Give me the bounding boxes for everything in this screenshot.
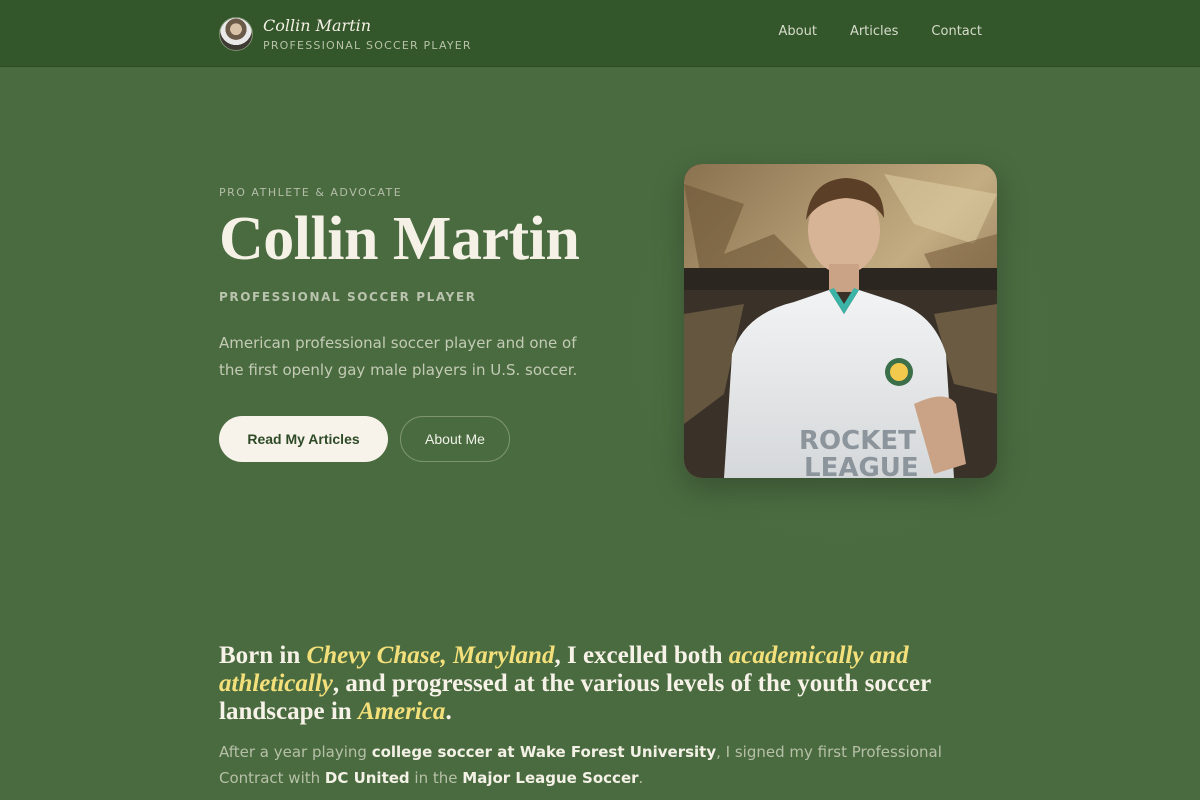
league-text: Major League Soccer [462,769,639,787]
bio-lead-text: . [445,698,452,725]
nav-about-link[interactable]: About [779,24,817,39]
highlight-place: Chevy Chase, Maryland [306,642,555,669]
bio-lead-text: , I excelled both [554,642,729,669]
about-me-button[interactable]: About Me [400,416,510,462]
nav-contact-link[interactable]: Contact [931,24,982,39]
club-text: DC United [324,769,410,787]
brand[interactable]: Collin Martin PROFESSIONAL SOCCER PLAYER [219,16,472,52]
brand-subtitle: PROFESSIONAL SOCCER PLAYER [263,39,472,52]
brand-text: Collin Martin PROFESSIONAL SOCCER PLAYER [263,16,472,52]
portrait-photo: ROCKET LEAGUE [684,164,997,478]
bio-body: After a year playing college soccer at W… [219,739,999,791]
site-header: Collin Martin PROFESSIONAL SOCCER PLAYER… [0,0,1200,67]
bio-lead: Born in Chevy Chase, Maryland, I excelle… [219,642,959,726]
hero-subtitle: PROFESSIONAL SOCCER PLAYER [219,290,477,304]
college-text: college soccer at Wake Forest University [371,743,717,761]
bio-body-text: After a year playing [219,743,372,761]
hero-eyebrow: PRO ATHLETE & ADVOCATE [219,186,403,199]
brand-name: Collin Martin [263,16,372,35]
bio-body-text: . [638,769,644,787]
avatar [219,17,253,51]
bio-lead-text: Born in [219,642,307,669]
read-articles-button[interactable]: Read My Articles [219,416,388,462]
nav-articles-link[interactable]: Articles [850,24,898,39]
hero-title: Collin Martin [219,205,580,273]
bio-body-text: in the [409,769,463,787]
svg-text:LEAGUE: LEAGUE [804,453,919,478]
main-nav: About Articles Contact [779,24,983,39]
highlight-country: America [357,698,446,725]
hero-description: American professional soccer player and … [219,334,578,379]
svg-text:ROCKET: ROCKET [799,426,916,456]
